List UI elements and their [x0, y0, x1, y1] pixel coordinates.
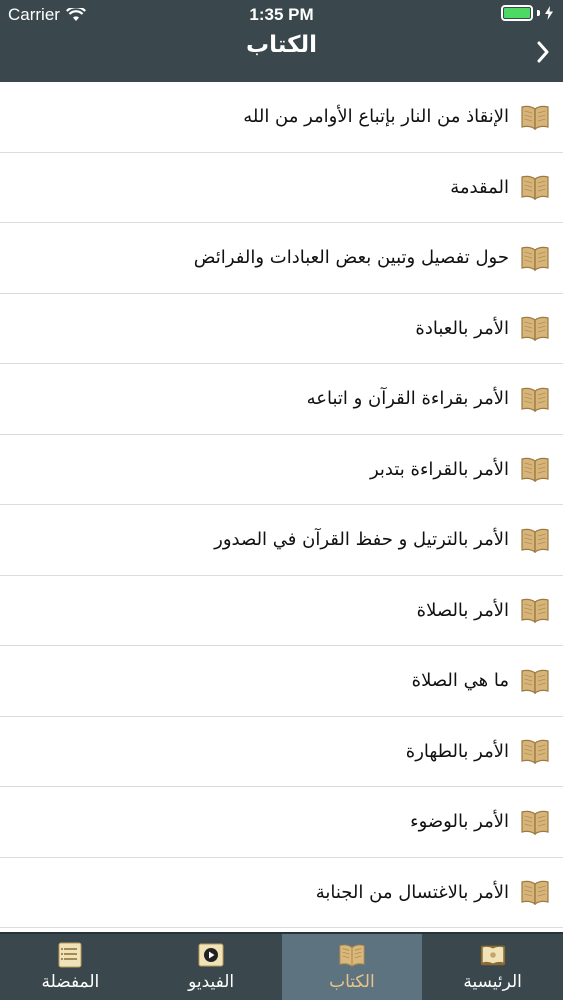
chapter-row[interactable]: الأمر بالاغتسال من الجنابة: [0, 858, 563, 928]
tab-book-label: الكتاب: [329, 972, 375, 992]
book-icon: [521, 669, 549, 694]
chapter-row[interactable]: حول تفصيل وتبين بعض العبادات والفرائض: [0, 223, 563, 294]
chapter-title: الإنقاذ من النار بإتباع الأوامر من الله: [243, 106, 509, 128]
page-title: الكتاب: [245, 32, 318, 58]
book-icon: [521, 881, 549, 906]
tab-bar: المفضلة الفيديو الكتاب الرئيسية: [0, 932, 563, 1000]
chapter-row[interactable]: الأمر بالوضوء: [0, 787, 563, 858]
tab-book[interactable]: الكتاب: [281, 934, 423, 1000]
chapter-title: الأمر بالقراءة بتدبر: [369, 458, 509, 480]
chapter-row[interactable]: الأمر بالعبادة: [0, 294, 563, 364]
tab-home-label: الرئيسية: [463, 972, 522, 992]
chevron-right-icon: [537, 41, 549, 63]
status-time: 1:35 PM: [249, 5, 314, 24]
status-bar: Carrier 1:35 PM: [0, 0, 563, 30]
chapter-title: حول تفصيل وتبين بعض العبادات والفرائض: [193, 247, 509, 269]
chapter-row[interactable]: الأمر بقراءة القرآن و اتباعه: [0, 364, 563, 435]
chapter-row[interactable]: الأمر بالصلاة: [0, 576, 563, 646]
chapter-row[interactable]: المقدمة: [0, 153, 563, 223]
nav-bar: الكتاب: [0, 30, 563, 82]
book-icon: [339, 944, 365, 968]
tab-video-label: الفيديو: [188, 972, 235, 992]
chapter-title: الأمر بالوضوء: [410, 811, 509, 833]
book-icon: [521, 387, 549, 412]
charging-bolt-icon: [545, 6, 553, 20]
battery-indicator: [501, 5, 554, 21]
chapter-title: الأمر بقراءة القرآن و اتباعه: [306, 388, 509, 410]
book-icon: [521, 810, 549, 835]
chapter-title: الأمر بالصلاة: [416, 599, 509, 621]
tab-favorites-label: المفضلة: [41, 972, 100, 992]
chapter-row[interactable]: ما هي الصلاة: [0, 646, 563, 717]
tab-video[interactable]: الفيديو: [141, 934, 282, 1000]
tab-favorites[interactable]: المفضلة: [0, 934, 141, 1000]
list-icon: [58, 942, 82, 968]
chapter-row[interactable]: الأمر بالترتيل و حفظ القرآن في الصدور: [0, 505, 563, 576]
video-icon: [198, 943, 224, 967]
book-icon: [521, 105, 549, 130]
chapter-title: الأمر بالعبادة: [415, 317, 509, 339]
chapter-row[interactable]: الإنقاذ من النار بإتباع الأوامر من الله: [0, 82, 563, 153]
chapter-title: المقدمة: [450, 176, 509, 198]
book-icon: [521, 458, 549, 483]
book-icon: [521, 599, 549, 624]
chapter-row[interactable]: الأمر بالقراءة بتدبر: [0, 435, 563, 505]
tab-home[interactable]: الرئيسية: [422, 934, 563, 1000]
battery-icon: [501, 5, 533, 21]
book-icon: [521, 176, 549, 201]
book-icon: [521, 246, 549, 271]
back-button[interactable]: [529, 36, 557, 68]
top-bar: Carrier 1:35 PM الكتاب: [0, 0, 563, 82]
chapter-title: الأمر بالترتيل و حفظ القرآن في الصدور: [214, 529, 509, 551]
chapter-title: ما هي الصلاة: [411, 670, 509, 692]
chapter-row[interactable]: الأمر بالطهارة: [0, 717, 563, 787]
chapter-title: الأمر بالاغتسال من الجنابة: [315, 881, 509, 903]
home-book-icon: [480, 945, 505, 966]
chapter-list: الإنقاذ من النار بإتباع الأوامر من الله …: [0, 82, 563, 932]
book-icon: [521, 317, 549, 342]
book-icon: [521, 740, 549, 765]
book-icon: [521, 528, 549, 553]
chapter-title: الأمر بالطهارة: [405, 740, 509, 762]
